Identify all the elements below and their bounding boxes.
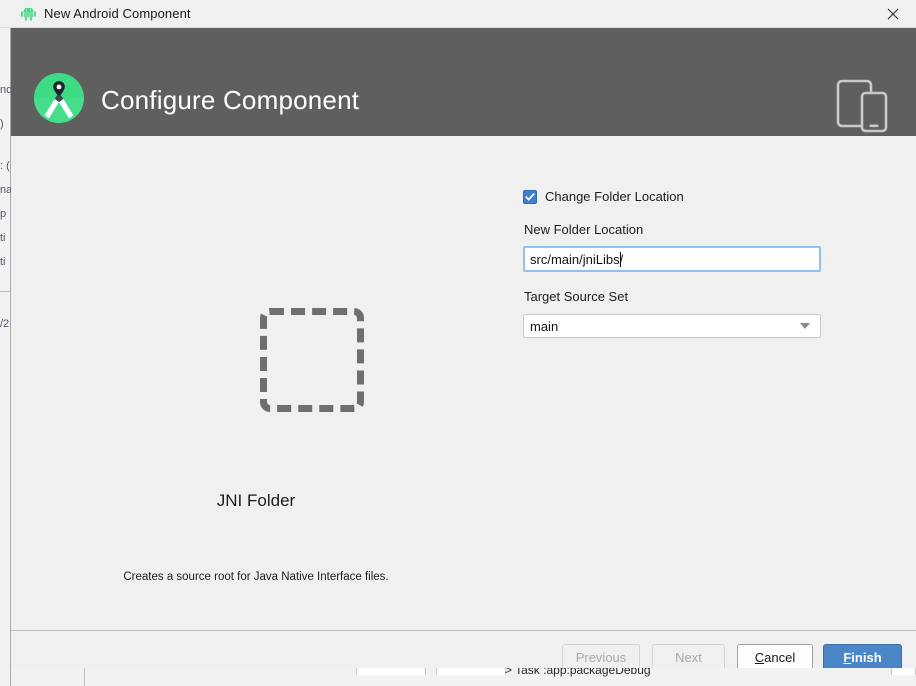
target-source-set-label: Target Source Set — [524, 289, 629, 304]
change-folder-location-checkbox[interactable]: Change Folder Location — [523, 189, 684, 204]
dialog-header: Configure Component — [11, 28, 916, 136]
ide-left-text-fragment: ti — [0, 256, 6, 268]
window-titlebar: New Android Component — [0, 0, 916, 28]
finish-button-mnemonic: F — [843, 649, 852, 665]
new-folder-location-value-tail: / — [619, 251, 624, 267]
component-preview-title: JNI Folder — [216, 491, 296, 510]
android-robot-icon — [21, 7, 36, 21]
new-folder-location-value: src/main/jniLibs — [530, 251, 620, 267]
finish-button[interactable]: Finish — [823, 644, 902, 668]
dialog-body: JNI Folder Creates a source root for Jav… — [11, 136, 916, 630]
close-icon[interactable] — [870, 0, 916, 28]
cancel-button[interactable]: Cancel — [737, 644, 813, 668]
dashed-folder-outline-icon — [260, 308, 364, 412]
ide-tab-stub[interactable] — [356, 667, 426, 675]
cancel-button-label-rest: ancel — [764, 649, 796, 665]
ide-left-gutter: nc ) : ( na p ti ti /2 — [0, 28, 11, 686]
target-source-set-value: main — [530, 318, 559, 334]
finish-button-label-rest: inish — [851, 649, 882, 665]
component-preview-description: Creates a source root for Java Native In… — [123, 571, 389, 583]
component-preview-pane: JNI Folder Creates a source root for Jav… — [11, 136, 501, 630]
ide-left-text-fragment: na — [0, 184, 11, 196]
ide-left-text-fragment: /2 — [0, 318, 10, 330]
chevron-down-icon — [800, 323, 810, 329]
window-title: New Android Component — [44, 6, 191, 21]
ide-left-divider — [0, 291, 10, 292]
ide-tab-stub[interactable] — [891, 667, 916, 675]
cancel-button-mnemonic: C — [754, 649, 765, 665]
change-folder-location-label: Change Folder Location — [545, 189, 684, 204]
dialog-header-title: Configure Component — [101, 85, 360, 115]
checkmark-icon — [523, 189, 537, 204]
ide-build-output-strip: > Task :app:packageDebug — [11, 666, 916, 686]
ide-left-text-fragment: nc — [0, 84, 11, 96]
android-studio-logo-icon — [32, 71, 86, 125]
tablet-and-phone-icon — [833, 76, 891, 134]
ide-tab-stub[interactable] — [436, 667, 506, 675]
ide-left-text-fragment: ti — [0, 232, 6, 244]
new-folder-location-input[interactable]: src/main/jniLibs/ — [523, 246, 821, 272]
new-folder-location-value-wrap: src/main/jniLibs/ — [530, 251, 624, 267]
new-android-component-dialog: Configure Component JNI Folder Creates a… — [11, 28, 916, 668]
ide-left-text-fragment: : ( — [0, 160, 10, 172]
ide-panel-divider — [84, 667, 85, 686]
new-folder-location-label: New Folder Location — [524, 222, 644, 237]
target-source-set-select[interactable]: main — [523, 314, 821, 338]
dialog-footer: Previous Next Cancel Finish — [11, 630, 916, 668]
next-button[interactable]: Next — [652, 644, 725, 668]
previous-button[interactable]: Previous — [562, 644, 640, 668]
ide-left-text-fragment: p — [0, 208, 7, 220]
ide-left-text-fragment: ) — [0, 118, 4, 130]
